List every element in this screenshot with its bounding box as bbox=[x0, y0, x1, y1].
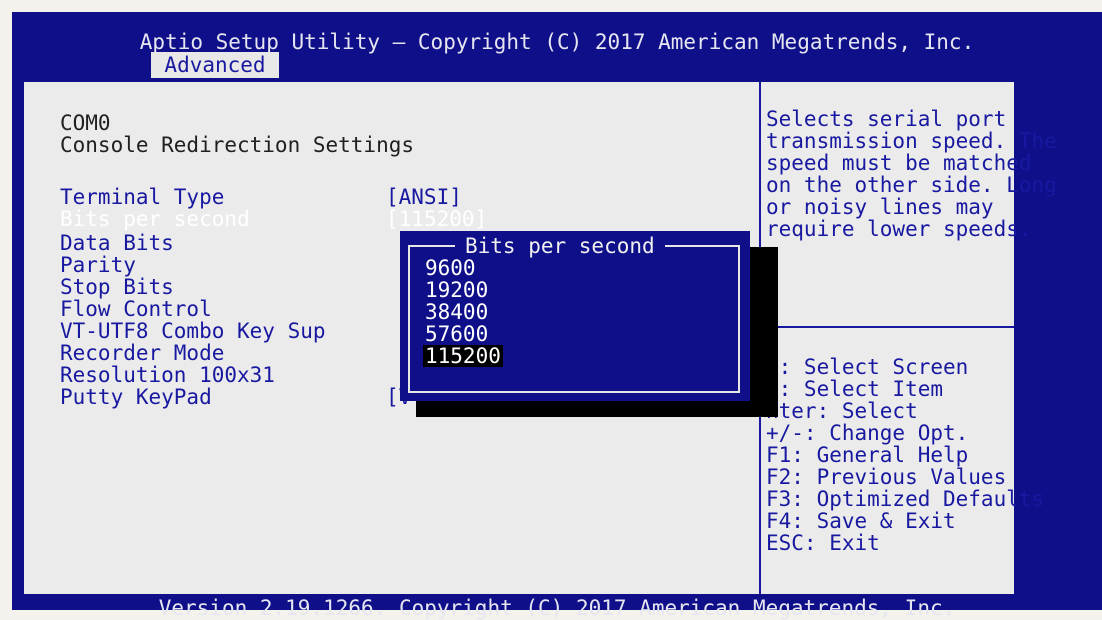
option-38400[interactable]: 38400 bbox=[425, 301, 488, 323]
help-line: transmission speed. The bbox=[766, 129, 1057, 153]
help-line: Selects serial port bbox=[766, 107, 1007, 131]
setting-label-bits-per-second[interactable]: Bits per second bbox=[60, 208, 250, 230]
setting-label-terminal-type[interactable]: Terminal Type bbox=[60, 186, 224, 208]
key-hint: F1: General Help bbox=[766, 443, 969, 467]
section-title: COM0 bbox=[60, 111, 111, 135]
help-line: or noisy lines may bbox=[766, 195, 994, 219]
setting-label-stop-bits[interactable]: Stop Bits bbox=[60, 276, 174, 298]
option-57600[interactable]: 57600 bbox=[425, 323, 488, 345]
setting-value-bits-per-second[interactable]: [115200] bbox=[386, 208, 487, 230]
bits-per-second-popup: Bits per second 9600 19200 38400 57600 1… bbox=[400, 231, 750, 401]
popup-title: Bits per second bbox=[455, 235, 665, 257]
key-hint: nter: Select bbox=[766, 399, 918, 423]
setting-label-resolution[interactable]: Resolution 100x31 bbox=[60, 364, 275, 386]
key-hint: F3: Optimized Defaults bbox=[766, 487, 1045, 511]
help-key-divider bbox=[761, 326, 1014, 328]
option-9600[interactable]: 9600 bbox=[425, 257, 476, 279]
tab-advanced[interactable]: Advanced bbox=[151, 52, 279, 78]
bios-setup-window: Aptio Setup Utility – Copyright (C) 2017… bbox=[12, 12, 1102, 620]
setting-label-putty-keypad[interactable]: Putty KeyPad bbox=[60, 386, 212, 408]
key-hint: ↓: Select Item bbox=[766, 377, 944, 401]
option-115200-selected[interactable]: 115200 bbox=[423, 345, 503, 367]
key-hint: ESC: Exit bbox=[766, 531, 880, 555]
window-title: Aptio Setup Utility – Copyright (C) 2017… bbox=[139, 30, 975, 54]
setting-label-data-bits[interactable]: Data Bits bbox=[60, 232, 174, 254]
setting-value-terminal-type[interactable]: [ANSI] bbox=[386, 186, 462, 208]
help-line: require lower speeds. bbox=[766, 217, 1032, 241]
help-line: speed must be matched bbox=[766, 151, 1032, 175]
section-subtitle: Console Redirection Settings bbox=[60, 133, 415, 157]
help-line: on the other side. Long bbox=[766, 173, 1057, 197]
popup-shadow-bottom bbox=[416, 401, 778, 417]
key-hint: F2: Previous Values bbox=[766, 465, 1007, 489]
popup-shadow-right bbox=[750, 247, 778, 417]
key-hint: F4: Save & Exit bbox=[766, 509, 956, 533]
option-19200[interactable]: 19200 bbox=[425, 279, 488, 301]
key-hint: +/-: Change Opt. bbox=[766, 421, 969, 445]
setting-label-parity[interactable]: Parity bbox=[60, 254, 136, 276]
setting-label-flow-control[interactable]: Flow Control bbox=[60, 298, 212, 320]
key-hint: <: Select Screen bbox=[766, 355, 969, 379]
setting-label-recorder-mode[interactable]: Recorder Mode bbox=[60, 342, 224, 364]
setting-label-vt-utf8[interactable]: VT-UTF8 Combo Key Sup bbox=[60, 320, 326, 342]
footer-version: Version 2.19.1266. Copyright (C) 2017 Am… bbox=[158, 596, 956, 620]
